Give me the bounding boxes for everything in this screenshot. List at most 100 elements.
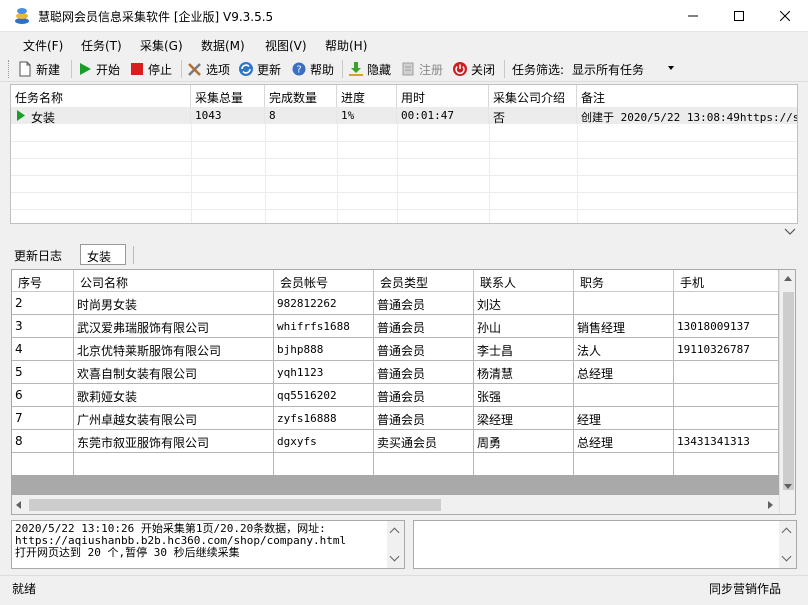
scroll-down-icon[interactable]	[781, 551, 792, 562]
row-member-type	[374, 453, 474, 476]
row-position: 经理	[574, 407, 674, 430]
task-col-note[interactable]: 备注	[577, 85, 797, 107]
col-mobile[interactable]: 手机	[674, 270, 779, 292]
scroll-up-icon[interactable]	[389, 527, 400, 538]
table-row[interactable]: 4 北京优特莱斯服饰有限公司 bjhp888 普通会员 李士昌 法人 19110326787	[12, 338, 779, 361]
table-row[interactable]: 女装 1043 8 1% 00:01:47 否 创建于 2020/5/22 13…	[11, 107, 798, 124]
new-button[interactable]: 新建	[17, 59, 60, 79]
options-label: 选项	[206, 62, 231, 77]
play-icon	[17, 110, 25, 121]
menu-data[interactable]: 数据(M)	[201, 37, 245, 54]
task-col-done[interactable]: 完成数量	[265, 85, 337, 107]
task-note: 创建于 2020/5/22 13:08:49https://s.hc	[581, 111, 798, 124]
close-window-button[interactable]	[762, 0, 808, 32]
scroll-down-icon[interactable]	[389, 551, 400, 562]
col-company[interactable]: 公司名称	[74, 270, 274, 292]
tab-update-log[interactable]: 更新日志	[14, 247, 62, 264]
options-button[interactable]: 选项	[187, 59, 230, 79]
row-contact: 李士昌	[474, 338, 574, 361]
stop-button[interactable]: 停止	[129, 59, 172, 79]
col-contact[interactable]: 联系人	[474, 270, 574, 292]
secondary-log-output[interactable]	[413, 520, 797, 569]
row-account: yqh1123	[274, 361, 374, 384]
row-mobile: 13018009137	[674, 315, 779, 338]
toolbar-separator	[181, 60, 182, 78]
grid-line	[11, 158, 797, 159]
tab-divider	[133, 246, 134, 264]
row-member-type: 普通会员	[374, 384, 474, 407]
task-total: 1043	[191, 107, 265, 124]
row-member-type: 普通会员	[374, 338, 474, 361]
close-button[interactable]: 关闭	[452, 59, 495, 79]
row-company: 时尚男女装	[74, 292, 274, 315]
maximize-icon	[734, 11, 744, 21]
help-button[interactable]: ? 帮助	[291, 59, 334, 79]
table-row[interactable]: 8 东莞市叙亚服饰有限公司 dgxyfs 卖买通会员 周勇 总经理 13431341313	[12, 430, 779, 453]
task-col-progress[interactable]: 进度	[337, 85, 397, 107]
register-button[interactable]: 注册	[400, 59, 443, 79]
task-col-time[interactable]: 用时	[397, 85, 489, 107]
table-row[interactable]: 5 欢喜自制女装有限公司 yqh1123 普通会员 杨清慧 总经理	[12, 361, 779, 384]
table-empty-area	[12, 475, 779, 495]
window-title: 慧聪网会员信息采集软件 [企业版] V9.3.5.5	[38, 10, 274, 24]
menu-task[interactable]: 任务(T)	[81, 37, 122, 54]
col-position[interactable]: 职务	[574, 270, 674, 292]
vertical-scroll-thumb[interactable]	[783, 292, 794, 490]
task-done: 8	[265, 107, 337, 124]
update-button[interactable]: 更新	[238, 59, 281, 79]
table-row[interactable]: 7 广州卓越女装有限公司 zyfs16888 普通会员 梁经理 经理	[12, 407, 779, 430]
register-icon	[402, 62, 414, 76]
menu-help[interactable]: 帮助(H)	[325, 37, 367, 54]
stop-label: 停止	[148, 62, 173, 77]
scroll-down-icon[interactable]	[784, 484, 792, 489]
row-contact: 张强	[474, 384, 574, 407]
row-index: 5	[12, 361, 74, 384]
tab-women-clothing[interactable]: 女装	[80, 244, 126, 265]
col-member-type[interactable]: 会员类型	[374, 270, 474, 292]
grid-line	[11, 141, 797, 142]
task-filter-select[interactable]: 显示所有任务	[568, 58, 678, 79]
row-company: 歌莉娅女装	[74, 384, 274, 407]
task-col-name[interactable]: 任务名称	[11, 85, 191, 107]
panel-splitter[interactable]	[0, 225, 808, 238]
row-contact	[474, 453, 574, 476]
row-position	[574, 453, 674, 476]
task-col-total[interactable]: 采集总量	[191, 85, 265, 107]
vertical-scrollbar[interactable]	[779, 270, 795, 514]
filter-value: 显示所有任务	[572, 63, 645, 77]
close-icon	[780, 11, 790, 21]
stop-icon	[131, 63, 143, 75]
table-row[interactable]: 3 武汉爱弗瑞服饰有限公司 whifrfs1688 普通会员 孙山 销售经理 1301800…	[12, 315, 779, 338]
col-account[interactable]: 会员帐号	[274, 270, 374, 292]
row-account: dgxyfs	[274, 430, 374, 453]
table-row[interactable]: 2 时尚男女装 982812262 普通会员 刘达	[12, 292, 779, 315]
scroll-right-icon[interactable]	[768, 501, 773, 509]
horizontal-scrollbar[interactable]	[12, 495, 779, 514]
help-label: 帮助	[310, 62, 335, 77]
menu-collect[interactable]: 采集(G)	[140, 37, 183, 54]
start-button[interactable]: 开始	[77, 59, 120, 79]
grid-line	[191, 124, 192, 223]
table-row[interactable]	[12, 453, 779, 476]
scroll-left-icon[interactable]	[16, 501, 21, 509]
hide-button[interactable]: 隐藏	[348, 59, 391, 79]
maximize-button[interactable]	[716, 0, 762, 32]
horizontal-scroll-thumb[interactable]	[29, 499, 441, 511]
table-row[interactable]: 6 歌莉娅女装 qq5516202 普通会员 张强	[12, 384, 779, 407]
menu-view[interactable]: 视图(V)	[265, 37, 307, 54]
row-mobile	[674, 384, 779, 407]
grid-line	[11, 209, 797, 210]
log-scrollbar[interactable]	[387, 521, 404, 568]
task-col-intro[interactable]: 采集公司介绍	[489, 85, 577, 107]
minimize-button[interactable]	[670, 0, 716, 32]
scroll-up-icon[interactable]	[784, 276, 792, 281]
row-position: 法人	[574, 338, 674, 361]
menu-file[interactable]: 文件(F)	[23, 37, 63, 54]
log-output[interactable]: 2020/5/22 13:10:26 开始采集第1页/20.20条数据，网址: …	[11, 520, 405, 569]
chevron-down-icon[interactable]	[784, 228, 796, 236]
log-scrollbar[interactable]	[779, 521, 796, 568]
col-index[interactable]: 序号	[12, 270, 74, 292]
scroll-up-icon[interactable]	[781, 527, 792, 538]
row-account: 982812262	[274, 292, 374, 315]
grid-line	[337, 124, 338, 223]
